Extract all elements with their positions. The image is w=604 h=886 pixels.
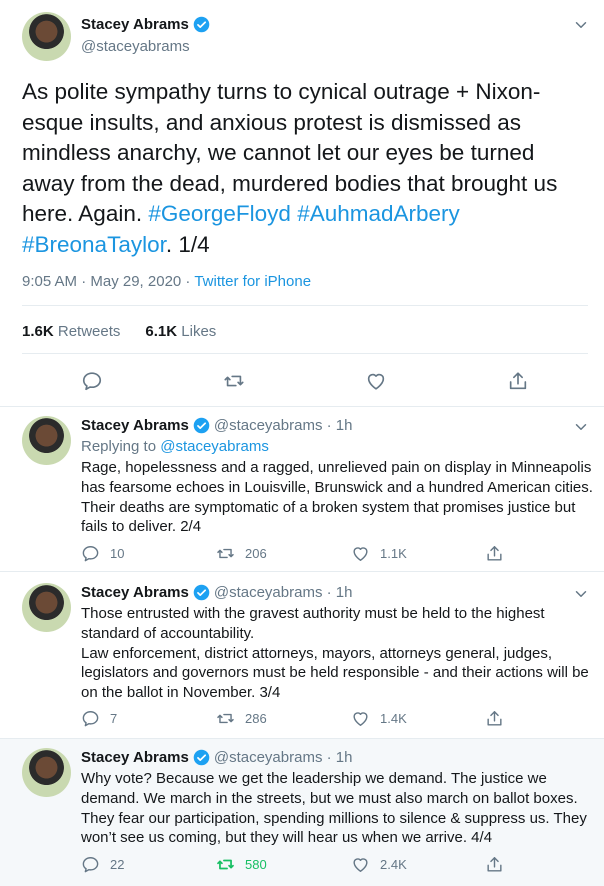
author-handle[interactable]: @staceyabrams — [81, 38, 190, 55]
like-icon[interactable] — [365, 370, 387, 392]
retweet-icon — [217, 548, 234, 559]
share-icon[interactable] — [507, 370, 529, 392]
reply-button[interactable]: 7 — [81, 709, 117, 728]
reply-icon — [82, 546, 99, 562]
author-name-row: Stacey Abrams — [81, 16, 210, 33]
like-count: 1.4K — [380, 711, 407, 726]
divider — [22, 353, 588, 354]
author-handle[interactable]: @staceyabrams · 1h — [214, 417, 353, 434]
share-icon — [487, 546, 502, 561]
like-button[interactable]: 1.1K — [351, 544, 407, 563]
verified-badge-icon — [193, 749, 210, 766]
reply-icon[interactable] — [81, 370, 103, 392]
like-button[interactable]: 1.4K — [351, 709, 407, 728]
retweet-button[interactable]: 286 — [216, 709, 267, 728]
tweet-meta: 9:05 AM · May 29, 2020 · Twitter for iPh… — [22, 273, 311, 290]
retweets-label: Retweets — [57, 323, 121, 340]
tweet-stats: 1.6K Retweets 6.1K Likes — [22, 323, 216, 340]
share-button[interactable] — [485, 709, 504, 728]
reply-icon — [82, 857, 99, 873]
avatar[interactable] — [22, 583, 71, 632]
reply-count: 7 — [110, 711, 118, 726]
retweets-stat[interactable]: 1.6K Retweets — [22, 323, 120, 340]
share-icon — [487, 711, 502, 726]
like-count: 2.4K — [380, 857, 407, 872]
author-handle[interactable]: @staceyabrams · 1h — [214, 749, 353, 766]
author-row: Stacey Abrams @staceyabrams · 1h — [81, 749, 352, 766]
tweet-source[interactable]: Twitter for iPhone — [194, 273, 311, 290]
reply-button[interactable]: 10 — [81, 544, 124, 563]
author-handle-row: @staceyabrams — [81, 38, 190, 55]
reply-actions: 10 206 1.1K — [81, 544, 581, 564]
chevron-down-icon[interactable] — [572, 585, 590, 603]
hashtag-breona-taylor[interactable]: #BreonaTaylor — [22, 232, 166, 257]
reply-text: Rage, hopelessness and a ragged, unrelie… — [81, 459, 593, 536]
retweets-count: 1.6K — [22, 323, 54, 340]
like-count: 1.1K — [380, 546, 407, 561]
divider — [22, 305, 588, 306]
tweet-timestamp[interactable]: 9:05 AM · May 29, 2020 · — [22, 273, 194, 290]
avatar[interactable] — [22, 748, 71, 797]
verified-badge-icon — [193, 584, 210, 601]
reply-tweet[interactable]: Stacey Abrams @staceyabrams · 1h Why vot… — [0, 739, 604, 886]
hashtag-george-floyd[interactable]: #GeorgeFloyd — [148, 201, 291, 226]
retweet-button[interactable]: 580 — [216, 855, 267, 874]
chevron-down-icon[interactable] — [572, 418, 590, 436]
main-tweet: Stacey Abrams @staceyabrams As polite sy… — [0, 0, 604, 407]
avatar[interactable] — [22, 416, 71, 465]
retweet-icon[interactable] — [223, 370, 245, 392]
like-icon — [353, 547, 368, 561]
tweet-actions — [0, 368, 604, 394]
retweet-button[interactable]: 206 — [216, 544, 267, 563]
like-button[interactable]: 2.4K — [351, 855, 407, 874]
reply-tweet[interactable]: Stacey Abrams @staceyabrams · 1h Those e… — [0, 572, 604, 737]
hashtag-auhmad-arbery[interactable]: #AuhmadArbery — [297, 201, 460, 226]
replying-to: Replying to @staceyabrams — [81, 438, 269, 455]
like-icon — [353, 858, 368, 872]
author-name[interactable]: Stacey Abrams — [81, 16, 189, 33]
verified-badge-icon — [193, 16, 210, 33]
author-row: Stacey Abrams @staceyabrams · 1h — [81, 417, 352, 434]
likes-label: Likes — [181, 323, 217, 340]
author-handle[interactable]: @staceyabrams · 1h — [214, 584, 353, 601]
reply-count: 10 — [110, 546, 125, 561]
reply-text-line: Those entrusted with the gravest authori… — [81, 605, 545, 642]
share-button[interactable] — [485, 544, 504, 563]
retweet-icon — [217, 859, 234, 870]
author-name[interactable]: Stacey Abrams — [81, 584, 189, 601]
verified-badge-icon — [193, 417, 210, 434]
share-icon — [487, 857, 502, 872]
retweet-icon — [217, 713, 234, 724]
author-row: Stacey Abrams @staceyabrams · 1h — [81, 584, 352, 601]
tweet-text: As polite sympathy turns to cynical outr… — [22, 77, 592, 260]
replying-to-handle[interactable]: @staceyabrams — [160, 438, 269, 455]
retweet-count: 580 — [245, 857, 267, 872]
reply-text-line: Law enforcement, district attorneys, may… — [81, 644, 589, 702]
replying-to-label: Replying to — [81, 438, 161, 455]
reply-text: Why vote? Because we get the leadership … — [81, 770, 587, 847]
share-button[interactable] — [485, 855, 504, 874]
reply-count: 22 — [110, 857, 125, 872]
likes-stat[interactable]: 6.1K Likes — [145, 323, 216, 340]
author-name[interactable]: Stacey Abrams — [81, 417, 189, 434]
reply-actions: 7 286 1.4K — [81, 709, 581, 729]
reply-icon — [82, 711, 99, 727]
avatar[interactable] — [22, 12, 71, 61]
reply-tweet[interactable]: Stacey Abrams @staceyabrams · 1h Replyin… — [0, 407, 604, 570]
reply-button[interactable]: 22 — [81, 855, 124, 874]
chevron-down-icon[interactable] — [572, 16, 590, 34]
retweet-count: 206 — [245, 546, 267, 561]
like-icon — [353, 712, 368, 726]
author-name[interactable]: Stacey Abrams — [81, 749, 189, 766]
tweet-text-end: . 1/4 — [165, 231, 210, 257]
retweet-count: 286 — [245, 711, 267, 726]
reply-text: Those entrusted with the gravest authori… — [81, 604, 593, 703]
reply-actions: 22 580 2.4K — [81, 855, 581, 875]
likes-count: 6.1K — [145, 323, 178, 340]
